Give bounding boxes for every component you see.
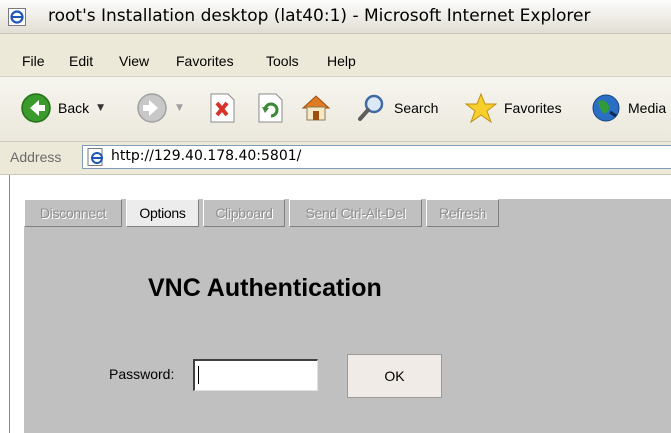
stop-icon	[210, 93, 235, 123]
forward-arrow-icon	[137, 93, 167, 123]
back-arrow-icon	[21, 93, 51, 123]
options-button[interactable]: Options	[126, 199, 199, 227]
media-globe-icon	[592, 94, 620, 122]
back-button[interactable]: Back ▼	[20, 90, 104, 126]
ie-icon	[8, 8, 26, 26]
forward-dropdown-icon[interactable]: ▼	[176, 103, 183, 113]
toolbar: Back ▼ ▼ Search Favorites Media	[0, 77, 671, 142]
stop-button[interactable]	[208, 90, 236, 126]
menu-help[interactable]: Help	[327, 53, 356, 69]
back-dropdown-icon[interactable]: ▼	[97, 103, 104, 113]
address-bar: Address http://129.40.178.40:5801/	[0, 142, 671, 175]
menubar-spacer	[0, 34, 671, 48]
vnc-applet: Disconnect Options Clipboard Send Ctrl-A…	[24, 199, 671, 433]
clipboard-button[interactable]: Clipboard	[203, 199, 285, 227]
search-button[interactable]: Search	[356, 90, 438, 126]
refresh-applet-button[interactable]: Refresh	[426, 199, 499, 227]
menu-favorites[interactable]: Favorites	[176, 53, 234, 69]
menu-file[interactable]: File	[22, 53, 45, 69]
address-url: http://129.40.178.40:5801/	[111, 148, 302, 164]
search-icon	[358, 94, 384, 121]
home-button[interactable]	[300, 90, 332, 126]
address-input[interactable]: http://129.40.178.40:5801/	[82, 145, 671, 169]
menu-tools[interactable]: Tools	[266, 53, 299, 69]
send-ctrl-alt-del-button[interactable]: Send Ctrl-Alt-Del	[289, 199, 422, 227]
text-caret	[198, 366, 199, 384]
content-border	[9, 175, 10, 433]
menu-bar: File Edit View Favorites Tools Help	[0, 48, 671, 77]
menu-edit[interactable]: Edit	[69, 53, 93, 69]
password-input[interactable]	[193, 359, 318, 391]
window-title: root's Installation desktop (lat40:1) - …	[48, 6, 591, 26]
home-icon	[301, 95, 331, 121]
password-label: Password:	[109, 366, 175, 382]
page-icon	[87, 148, 103, 166]
favorites-star-icon	[464, 92, 498, 124]
address-label: Address	[10, 149, 62, 165]
page-content: Disconnect Options Clipboard Send Ctrl-A…	[0, 175, 671, 433]
title-bar[interactable]: root's Installation desktop (lat40:1) - …	[0, 0, 671, 34]
vnc-auth-title: VNC Authentication	[148, 274, 382, 302]
refresh-button[interactable]	[256, 90, 284, 126]
refresh-icon	[258, 93, 283, 123]
favorites-button[interactable]: Favorites	[464, 90, 562, 126]
media-button[interactable]: Media	[590, 90, 666, 126]
forward-button[interactable]: ▼	[136, 90, 183, 126]
menu-view[interactable]: View	[119, 53, 149, 69]
ok-button[interactable]: OK	[347, 354, 442, 398]
disconnect-button[interactable]: Disconnect	[24, 199, 122, 227]
